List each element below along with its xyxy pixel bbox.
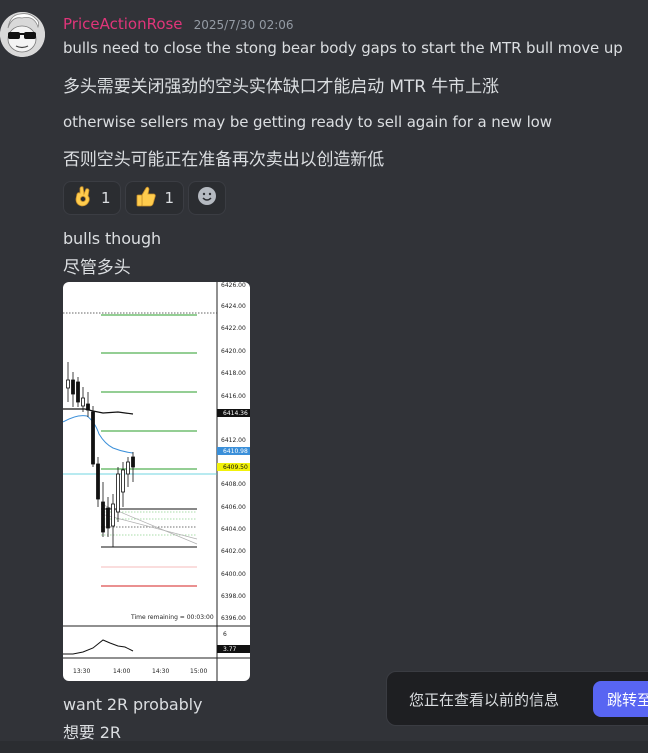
price-tag-last: 6409.50 <box>223 464 248 471</box>
older-messages-notice: 您正在查看以前的信息 <box>409 691 560 709</box>
smiley-icon <box>197 186 217 210</box>
message-line: want 2R probably <box>63 695 203 714</box>
message: PriceActionRose 2025/7/30 02:06 bulls ne… <box>0 0 648 753</box>
message-line: bulls though <box>63 229 162 248</box>
price-tag-ema: 6414.36 <box>223 410 248 417</box>
price-label: 6426.00 <box>221 282 246 289</box>
time-label: 13:30 <box>73 668 90 675</box>
time-label: 14:30 <box>152 668 169 675</box>
message-line: 尽管多头 <box>63 258 131 278</box>
price-label: 6400.00 <box>221 571 246 578</box>
price-label: 6424.00 <box>221 303 246 310</box>
author-name[interactable]: PriceActionRose <box>63 15 183 33</box>
thumbs-up-icon <box>135 185 157 211</box>
message-line: 否则空头可能正在准备再次卖出以创造新低 <box>63 150 385 170</box>
price-label: 6408.00 <box>221 481 246 488</box>
price-tag-blue: 6410.98 <box>223 448 248 455</box>
price-label: 6406.00 <box>221 504 246 511</box>
indicator-value-tag: 3.77 <box>223 646 237 653</box>
message-timestamp: 2025/7/30 02:06 <box>193 18 294 32</box>
price-label: 6420.00 <box>221 348 246 355</box>
message-line: 想要 2R <box>63 723 121 742</box>
reaction-count: 1 <box>164 189 175 207</box>
chart-image-attachment[interactable]: 6426.00 6424.00 6422.00 6420.00 6418.00 … <box>63 282 250 681</box>
price-label: 6422.00 <box>221 325 246 332</box>
price-label: 6416.00 <box>221 393 246 400</box>
reactions-bar: 1 1 <box>63 181 227 215</box>
ok-hand-icon <box>73 185 93 211</box>
message-line: 多头需要关闭强劲的空头实体缺口才能启动 MTR 牛市上涨 <box>63 77 499 97</box>
bottom-edge <box>0 741 648 753</box>
user-avatar[interactable] <box>0 12 45 57</box>
reaction-count: 1 <box>101 189 111 207</box>
message-line: bulls need to close the stong bear body … <box>63 39 623 57</box>
reaction-thumbs-up[interactable]: 1 <box>124 181 185 215</box>
indicator-label: 6 <box>223 631 227 638</box>
jump-to-present-button[interactable]: 跳转至 <box>593 681 648 717</box>
add-reaction-button[interactable] <box>188 181 227 215</box>
price-label: 6404.00 <box>221 526 246 533</box>
message-header: PriceActionRose 2025/7/30 02:06 <box>63 14 294 33</box>
price-label: 6396.00 <box>221 615 246 622</box>
time-remaining-label: Time remaining = 00:03:00 <box>130 614 214 621</box>
time-label: 14:00 <box>113 668 130 675</box>
price-label: 6412.00 <box>221 437 246 444</box>
price-label: 6398.00 <box>221 593 246 600</box>
price-label: 6402.00 <box>221 548 246 555</box>
time-label: 15:00 <box>190 668 207 675</box>
message-line: otherwise sellers may be getting ready t… <box>63 113 552 131</box>
reaction-ok-hand[interactable]: 1 <box>63 181 121 215</box>
price-label: 6418.00 <box>221 370 246 377</box>
viewing-older-messages-bar: 您正在查看以前的信息 跳转至 <box>386 671 648 726</box>
